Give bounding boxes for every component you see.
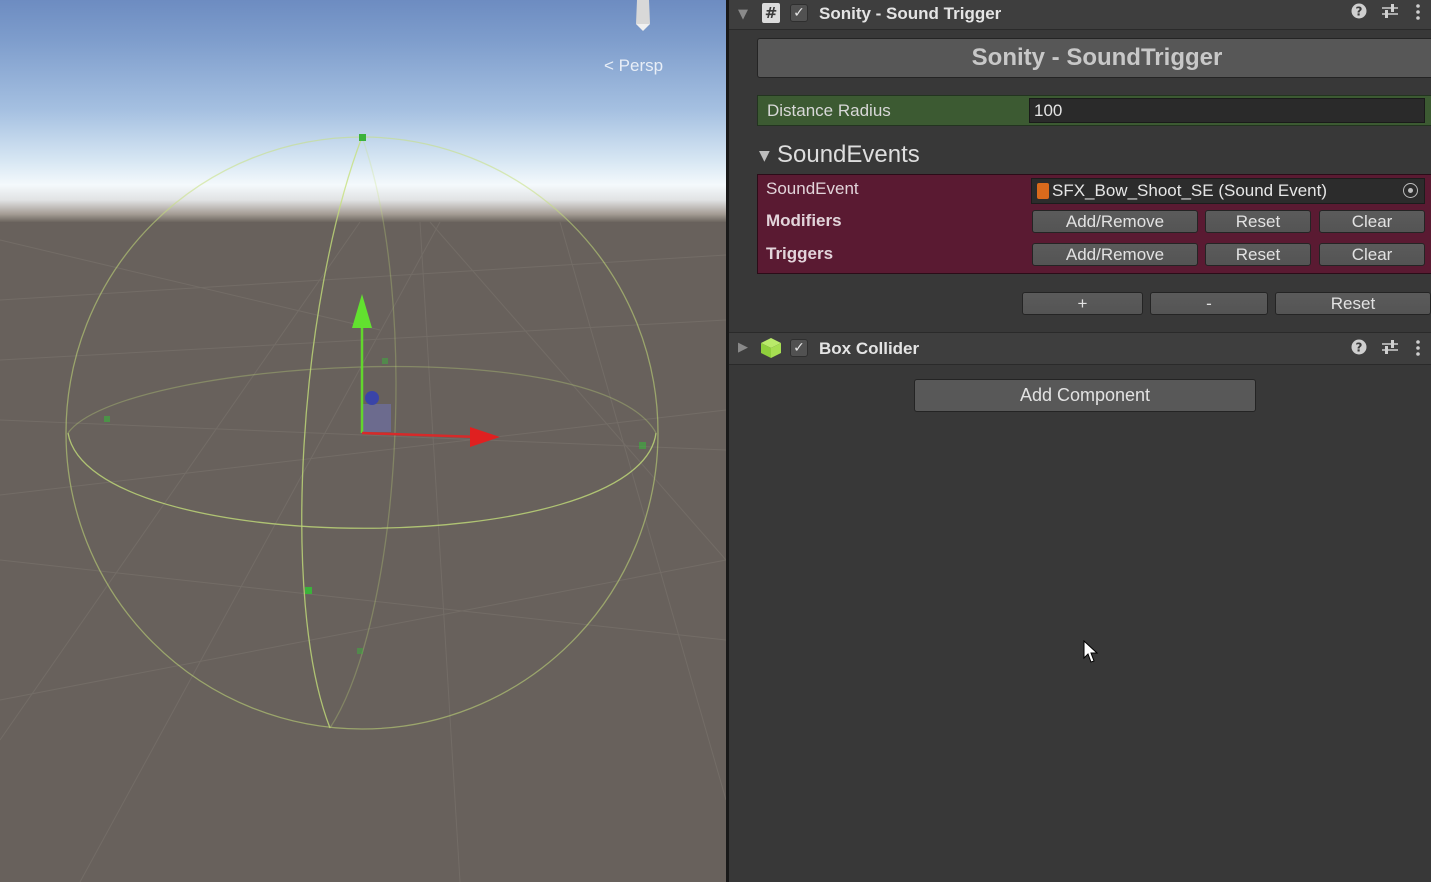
svg-text:?: ? xyxy=(1356,341,1363,355)
context-menu-icon[interactable] xyxy=(1415,3,1421,25)
object-picker-icon[interactable] xyxy=(1403,183,1418,198)
sound-event-label: SoundEvent xyxy=(766,179,859,198)
foldout-collapsed-icon[interactable]: ▶ xyxy=(738,340,748,355)
modifiers-reset-button[interactable]: Reset xyxy=(1205,210,1311,233)
sound-events-title[interactable]: SoundEvents xyxy=(777,141,920,169)
distance-radius-field[interactable]: 100 xyxy=(1029,98,1425,123)
sound-trigger-header[interactable]: ▼ # ✓ Sonity - Sound Trigger ? xyxy=(729,0,1431,30)
modifiers-clear-button[interactable]: Clear xyxy=(1319,210,1425,233)
script-icon: # xyxy=(762,3,780,23)
list-remove-button[interactable]: - xyxy=(1150,292,1268,315)
help-icon[interactable]: ? xyxy=(1351,339,1367,359)
box-collider-icon xyxy=(760,337,782,363)
scene-gizmo-cone-icon[interactable] xyxy=(632,0,654,32)
context-menu-icon[interactable] xyxy=(1415,339,1421,361)
distance-radius-row: Distance Radius 100 xyxy=(757,95,1431,126)
presets-icon[interactable] xyxy=(1381,339,1399,359)
svg-text:?: ? xyxy=(1356,5,1363,19)
persp-label: Persp xyxy=(618,56,664,75)
modifiers-label: Modifiers xyxy=(766,211,842,230)
modifiers-add-remove-button[interactable]: Add/Remove xyxy=(1032,210,1198,233)
box-collider-enabled-checkbox[interactable]: ✓ xyxy=(790,339,808,357)
sound-event-asset-icon xyxy=(1037,183,1049,199)
sound-trigger-title: Sonity - Sound Trigger xyxy=(819,4,1002,23)
scene-viewport[interactable] xyxy=(0,0,726,882)
add-component-button[interactable]: Add Component xyxy=(914,379,1256,412)
foldout-expanded-icon[interactable]: ▼ xyxy=(738,7,748,22)
list-reset-button[interactable]: Reset xyxy=(1275,292,1431,315)
scene-view[interactable]: < Persp xyxy=(0,0,726,882)
help-icon[interactable]: ? xyxy=(1351,3,1367,23)
box-collider-title: Box Collider xyxy=(819,339,920,358)
distance-radius-label: Distance Radius xyxy=(767,101,891,120)
presets-icon[interactable] xyxy=(1381,3,1399,23)
triggers-reset-button[interactable]: Reset xyxy=(1205,243,1311,266)
sound-event-value: SFX_Bow_Shoot_SE (Sound Event) xyxy=(1052,181,1327,200)
box-collider-header[interactable]: ▶ ✓ Box Collider ? xyxy=(729,332,1431,365)
perspective-toggle[interactable]: < Persp xyxy=(604,56,663,76)
sound-events-foldout-icon[interactable]: ▼ xyxy=(759,148,770,164)
sonity-title-button[interactable]: Sonity - SoundTrigger xyxy=(757,38,1431,78)
list-add-button[interactable]: + xyxy=(1022,292,1143,315)
mouse-cursor-icon xyxy=(1083,639,1099,668)
inspector-panel: ▼ # ✓ Sonity - Sound Trigger ? Sonity - … xyxy=(729,0,1431,882)
triggers-add-remove-button[interactable]: Add/Remove xyxy=(1032,243,1198,266)
persp-chevron-icon: < xyxy=(604,56,614,75)
sound-event-object-field[interactable]: SFX_Bow_Shoot_SE (Sound Event) xyxy=(1031,178,1425,204)
triggers-label: Triggers xyxy=(766,244,834,263)
sound-event-element: SoundEvent SFX_Bow_Shoot_SE (Sound Event… xyxy=(757,174,1431,274)
sound-trigger-enabled-checkbox[interactable]: ✓ xyxy=(790,4,808,22)
triggers-clear-button[interactable]: Clear xyxy=(1319,243,1425,266)
